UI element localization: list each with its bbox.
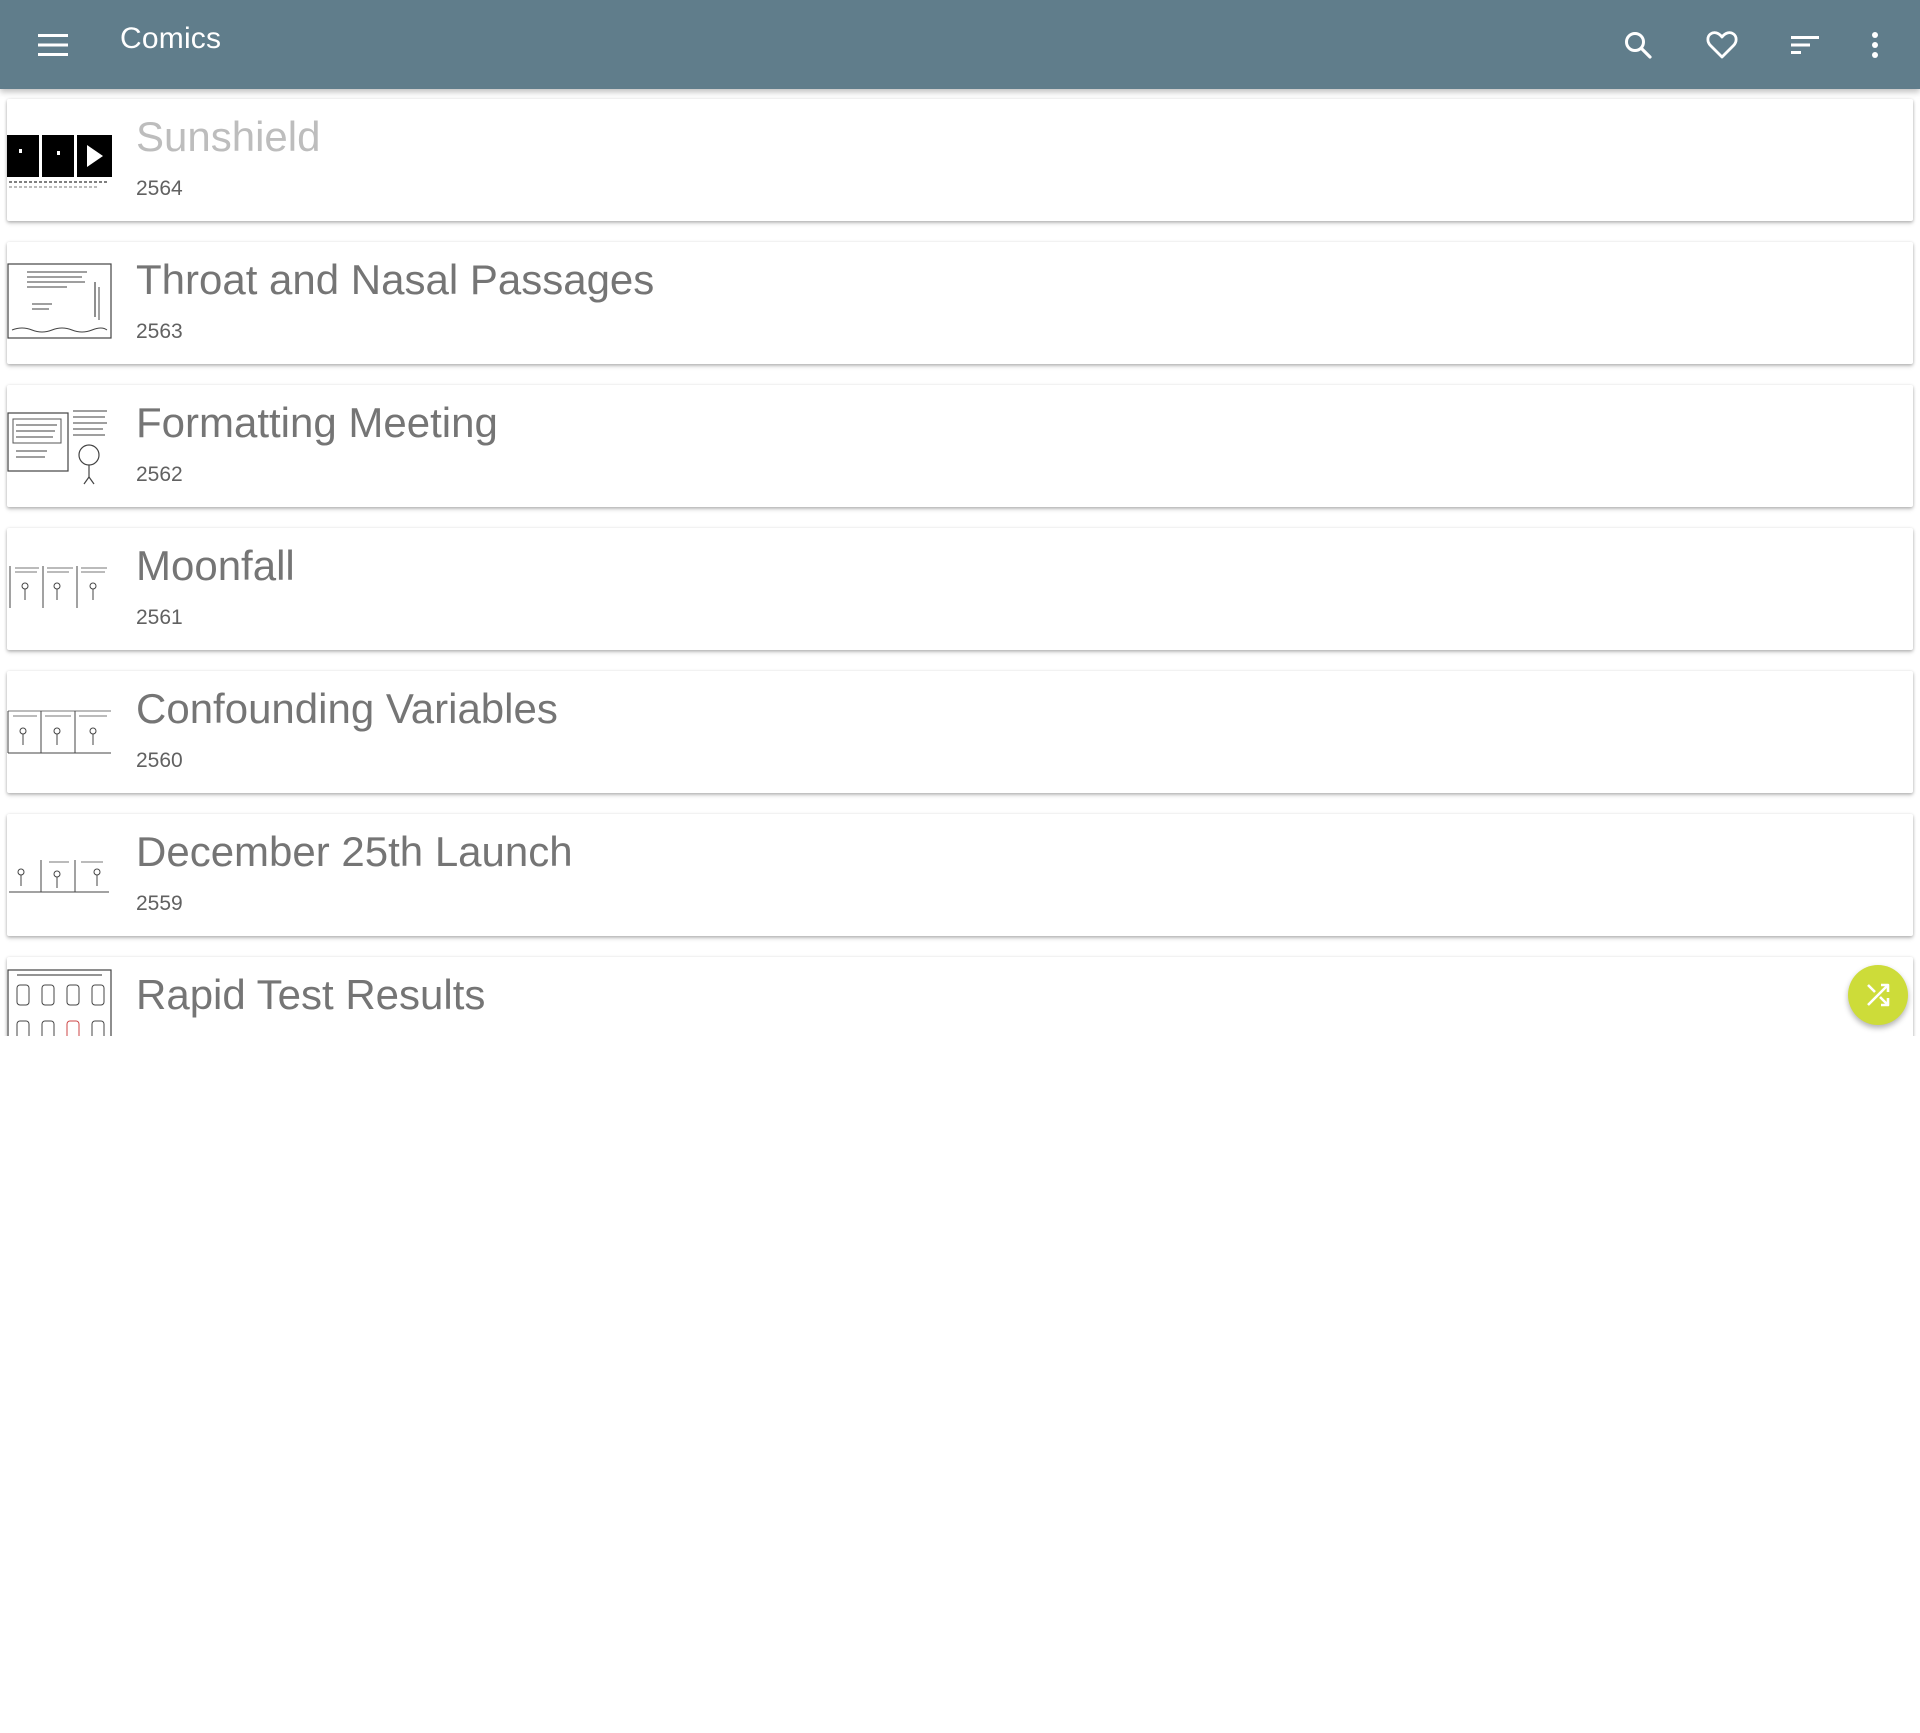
shuffle-icon	[1867, 983, 1890, 1007]
comic-number: 2560	[136, 749, 183, 772]
comic-title: Throat and Nasal Passages	[136, 256, 655, 303]
comic-title: Moonfall	[136, 542, 295, 589]
comic-title: Formatting Meeting	[136, 399, 498, 446]
comic-thumbnail	[7, 119, 112, 199]
comic-list-item[interactable]: Moonfall 2561	[7, 528, 1913, 650]
comic-number: 2564	[136, 177, 183, 200]
favorites-button[interactable]	[1694, 17, 1750, 73]
comic-number: 2563	[136, 320, 183, 343]
comic-thumbnail	[7, 262, 112, 342]
search-button[interactable]	[1610, 17, 1666, 73]
comic-number: 2559	[136, 892, 183, 915]
overflow-menu-button[interactable]	[1847, 17, 1903, 73]
comic-thumbnail	[7, 969, 112, 1036]
sort-icon	[1791, 36, 1819, 54]
comic-title: Sunshield	[136, 113, 321, 160]
comic-list-item[interactable]: December 25th Launch 2559	[7, 814, 1913, 936]
sort-button[interactable]	[1777, 17, 1833, 73]
page-title: Comics	[120, 22, 222, 55]
app-bar: Comics	[0, 0, 1920, 89]
comic-number: 2558	[136, 1035, 183, 1036]
comic-list-item[interactable]: Sunshield 2564	[7, 99, 1913, 221]
random-comic-button[interactable]	[1848, 965, 1908, 1025]
comic-number: 2562	[136, 463, 183, 486]
search-icon	[1625, 32, 1652, 59]
comic-number: 2561	[136, 606, 183, 629]
comic-thumbnail	[7, 548, 112, 628]
menu-button[interactable]	[28, 20, 78, 70]
more-vert-icon	[1872, 32, 1878, 58]
comic-thumbnail	[7, 834, 112, 914]
comic-list-item[interactable]: Rapid Test Results 2558	[7, 957, 1913, 1036]
comic-list[interactable]: Sunshield 2564 Throat and Nasal Passages…	[0, 89, 1920, 1036]
comic-list-item[interactable]: Throat and Nasal Passages 2563	[7, 242, 1913, 364]
comic-thumbnail	[7, 405, 112, 485]
comic-list-item[interactable]: Confounding Variables 2560	[7, 671, 1913, 793]
comic-list-item[interactable]: Formatting Meeting 2562	[7, 385, 1913, 507]
comic-title: Confounding Variables	[136, 685, 558, 732]
favorite-icon	[1706, 31, 1738, 59]
menu-icon	[38, 34, 68, 56]
comic-title: Rapid Test Results	[136, 971, 486, 1018]
comic-title: December 25th Launch	[136, 828, 573, 875]
comic-thumbnail	[7, 691, 112, 771]
